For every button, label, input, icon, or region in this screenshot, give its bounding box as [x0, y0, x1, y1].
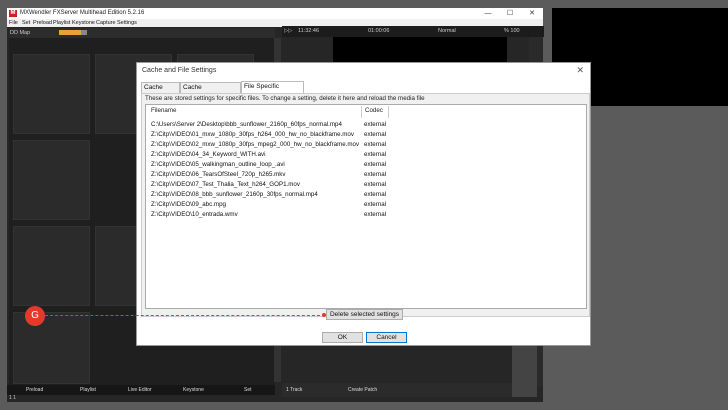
- cancel-button[interactable]: Cancel: [366, 332, 407, 343]
- column-header-codec[interactable]: Codec: [365, 107, 383, 114]
- table-row[interactable]: Z:\Citp\VIDEO\07_Test_Thalia_Text_h264_G…: [148, 180, 408, 190]
- row-filename: Z:\Citp\VIDEO\08_bbb_sunflower_2160p_30f…: [151, 191, 318, 198]
- menu-file[interactable]: File: [9, 20, 18, 26]
- table-row[interactable]: Z:\Citp\VIDEO\09_abc.mpg external: [148, 200, 408, 210]
- menu-set[interactable]: Set: [22, 20, 30, 26]
- time-readout: 11:32:46: [298, 28, 320, 34]
- table-row[interactable]: Z:\Citp\VIDEO\01_mxw_1080p_30fps_h264_00…: [148, 130, 408, 140]
- zoom-percent: % 100: [504, 28, 520, 34]
- preload-header: DD Map: [9, 28, 275, 38]
- playback-mode: Normal: [438, 28, 456, 34]
- table-row[interactable]: C:\Users\Server 2\Desktop\bbb_sunflower_…: [148, 120, 408, 130]
- track-label[interactable]: 1 Track: [286, 387, 302, 393]
- row-codec: external: [364, 161, 387, 168]
- media-slot[interactable]: [13, 226, 90, 306]
- row-codec: external: [364, 191, 387, 198]
- row-codec: external: [364, 121, 387, 128]
- bottom-tab-bar: Preload Playlist Live Editor Keystone Se…: [7, 385, 275, 395]
- tab-set[interactable]: Set: [244, 387, 252, 393]
- tab-preload[interactable]: Preload: [26, 387, 43, 393]
- dialog-title: Cache and File Settings: [142, 67, 217, 74]
- table-row[interactable]: Z:\Citp\VIDEO\08_bbb_sunflower_2160p_30f…: [148, 190, 408, 200]
- duration-readout: 01:00:06: [368, 28, 390, 34]
- row-filename: Z:\Citp\VIDEO\02_mxw_1080p_30fps_mpeg2_0…: [151, 141, 360, 148]
- column-divider[interactable]: [388, 106, 389, 118]
- row-codec: external: [364, 201, 387, 208]
- side-buttons: [512, 345, 537, 397]
- table-row[interactable]: Z:\Citp\VIDEO\10_entrada.wmv external: [148, 210, 408, 220]
- row-filename: Z:\Citp\VIDEO\10_entrada.wmv: [151, 211, 238, 218]
- row-filename: Z:\Citp\VIDEO\09_abc.mpg: [151, 201, 226, 208]
- dialog-close-icon[interactable]: ✕: [576, 65, 584, 76]
- play-icon[interactable]: ▷▷: [284, 28, 292, 34]
- menu-playlist[interactable]: Playlist: [53, 20, 70, 26]
- app-title: MXWendler FXServer Multihead Edition 5.2…: [20, 10, 145, 16]
- table-row[interactable]: Z:\Citp\VIDEO\05_walkingman_outline_loop…: [148, 160, 408, 170]
- minimize-icon[interactable]: —: [477, 8, 499, 19]
- row-codec: external: [364, 211, 387, 218]
- table-row[interactable]: Z:\Citp\VIDEO\02_mxw_1080p_30fps_mpeg2_0…: [148, 140, 408, 150]
- tab-live-editor[interactable]: Live Editor: [128, 387, 152, 393]
- ok-button[interactable]: OK: [322, 332, 363, 343]
- row-filename: Z:\Citp\VIDEO\04_34_Keyword_WITH.avi: [151, 151, 266, 158]
- row-filename: Z:\Citp\VIDEO\01_mxw_1080p_30fps_h264_00…: [151, 131, 354, 138]
- column-header-filename[interactable]: Filename: [151, 107, 176, 114]
- menu-preload[interactable]: Preload: [33, 20, 52, 26]
- menu-capture[interactable]: Capture: [96, 20, 116, 26]
- tab-playlist[interactable]: Playlist: [80, 387, 96, 393]
- cache-settings-dialog: Cache and File Settings ✕ Cache Path Cac…: [136, 62, 591, 346]
- settings-list[interactable]: Filename Codec C:\Users\Server 2\Desktop…: [145, 104, 587, 309]
- media-slot[interactable]: [13, 54, 90, 134]
- row-codec: external: [364, 141, 387, 148]
- row-filename: C:\Users\Server 2\Desktop\bbb_sunflower_…: [151, 121, 342, 128]
- row-codec: external: [364, 181, 387, 188]
- timeline-header: ▷▷ 11:32:46 01:00:06 Normal % 100: [282, 26, 544, 37]
- row-codec: external: [364, 171, 387, 178]
- annotation-dot: [322, 313, 326, 317]
- file-specific-panel: These are stored settings for specific f…: [141, 93, 590, 317]
- create-patch-button[interactable]: Create Patch: [348, 387, 377, 393]
- row-filename: Z:\Citp\VIDEO\06_TearsOfSteel_720p_h265.…: [151, 171, 286, 178]
- tab-cache-path[interactable]: Cache Path: [141, 82, 180, 101]
- tab-cache-management[interactable]: Cache Management: [180, 82, 241, 101]
- title-bar: M MXWendler FXServer Multihead Edition 5…: [7, 8, 543, 19]
- menu-keystone[interactable]: Keystone: [72, 20, 95, 26]
- table-row[interactable]: Z:\Citp\VIDEO\04_34_Keyword_WITH.avi exte…: [148, 150, 408, 160]
- annotation-marker: G: [25, 306, 45, 326]
- panel-description: These are stored settings for specific f…: [145, 95, 425, 102]
- media-slot[interactable]: [13, 312, 90, 384]
- annotation-line: [45, 315, 325, 316]
- row-codec: external: [364, 131, 387, 138]
- delete-selected-settings-button[interactable]: Delete selected settings: [326, 309, 403, 320]
- maximize-icon[interactable]: ☐: [499, 8, 521, 19]
- tab-keystone[interactable]: Keystone: [183, 387, 204, 393]
- tab-file-specific-settings[interactable]: File Specific Settings: [241, 81, 304, 100]
- preload-header-label: DD Map: [10, 30, 31, 36]
- row-filename: Z:\Citp\VIDEO\07_Test_Thalia_Text_h264_G…: [151, 181, 300, 188]
- close-icon[interactable]: ✕: [521, 8, 543, 19]
- progress-bar: [59, 30, 81, 35]
- status-text: 1 1: [9, 395, 16, 401]
- media-slot[interactable]: [13, 140, 90, 220]
- app-logo-icon: M: [9, 10, 17, 17]
- table-row[interactable]: Z:\Citp\VIDEO\06_TearsOfSteel_720p_h265.…: [148, 170, 408, 180]
- menu-settings[interactable]: Settings: [117, 20, 137, 26]
- track-strip: 1 Track Create Patch: [282, 383, 512, 397]
- progress-bar-end: [81, 30, 87, 35]
- column-divider[interactable]: [361, 106, 362, 118]
- row-codec: external: [364, 151, 387, 158]
- row-filename: Z:\Citp\VIDEO\05_walkingman_outline_loop…: [151, 161, 285, 168]
